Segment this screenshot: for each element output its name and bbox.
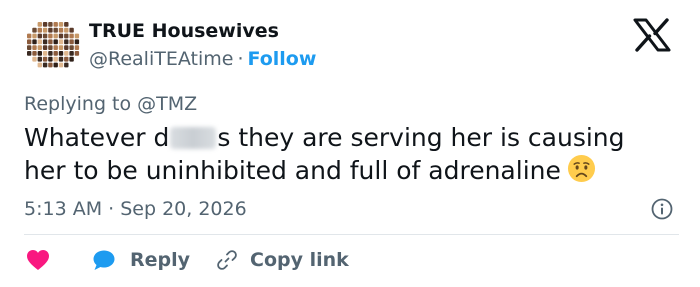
- tweet-embed-card: TRUE Housewives @RealiTEAtime · Follow Rep…: [0, 0, 700, 287]
- reply-label: Reply: [130, 249, 191, 271]
- censored-word-blur: [170, 127, 217, 149]
- speech-bubble-icon: [93, 250, 115, 270]
- tweet-text-part-1: Whatever d: [24, 123, 170, 152]
- link-icon: [217, 250, 237, 270]
- reply-button[interactable]: Reply: [92, 244, 190, 276]
- tweet-timestamp[interactable]: 5:13 AM · Sep 20, 2026: [24, 198, 247, 220]
- avatar-image: [24, 16, 82, 74]
- info-icon[interactable]: [651, 198, 673, 220]
- copy-link-label: Copy link: [250, 249, 349, 271]
- display-name[interactable]: TRUE Housewives: [89, 20, 279, 42]
- worried-face-icon: [567, 154, 595, 183]
- like-button[interactable]: [26, 244, 50, 276]
- user-handle[interactable]: @RealiTEAtime: [89, 48, 233, 70]
- replying-to[interactable]: Replying to @TMZ: [24, 93, 197, 115]
- x-logo-icon[interactable]: [633, 18, 671, 52]
- tweet-text: Whatever ds they are serving her is caus…: [24, 122, 664, 187]
- handle-line: @RealiTEAtime · Follow: [89, 48, 316, 70]
- divider: [24, 234, 679, 235]
- copy-link-button[interactable]: Copy link: [216, 244, 349, 276]
- follow-button[interactable]: Follow: [248, 48, 317, 70]
- heart-icon: [27, 250, 49, 270]
- separator: ·: [237, 48, 244, 70]
- avatar[interactable]: [24, 16, 82, 74]
